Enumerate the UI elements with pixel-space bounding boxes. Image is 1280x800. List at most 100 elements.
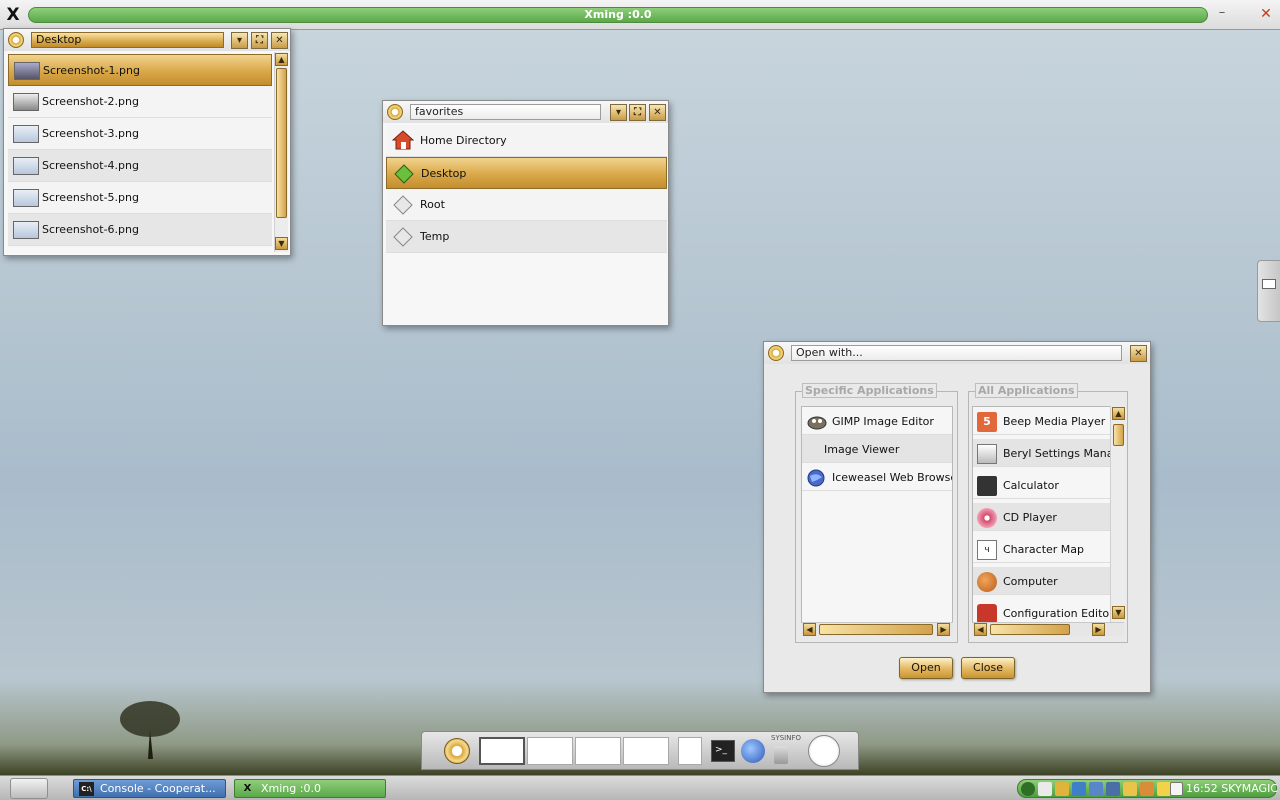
close-window-button[interactable]: ✕ bbox=[649, 104, 666, 121]
horizontal-scrollbar[interactable]: ◀ ▶ bbox=[801, 622, 953, 636]
favorites-window: favorites ▾ ⛶ ✕ Home Directory Desktop R… bbox=[382, 100, 669, 326]
app-list-item[interactable]: ч Character Map bbox=[973, 535, 1111, 563]
group-label: All Applications bbox=[975, 383, 1078, 398]
back-arrow-icon[interactable] bbox=[1021, 782, 1035, 796]
favorite-label: Home Directory bbox=[420, 134, 507, 147]
update-icon[interactable] bbox=[1123, 782, 1137, 796]
show-desktop-button[interactable] bbox=[678, 737, 702, 765]
start-menu-icon[interactable] bbox=[10, 778, 48, 799]
favorite-item[interactable]: Desktop bbox=[386, 157, 667, 189]
system-tray: 16:52 SKYMAGIC bbox=[1017, 779, 1278, 798]
package-icon[interactable] bbox=[1140, 782, 1154, 796]
network-icon[interactable] bbox=[1089, 782, 1103, 796]
location-field[interactable]: Desktop bbox=[31, 32, 224, 48]
file-row[interactable]: Screenshot-3.png bbox=[8, 118, 272, 150]
file-row[interactable]: Screenshot-6.png bbox=[8, 214, 272, 246]
favorite-item[interactable]: Home Directory bbox=[386, 125, 667, 157]
xming-titlebar: X Xming :0.0 – ✕ bbox=[0, 0, 1280, 30]
minimize-button[interactable]: – bbox=[1214, 6, 1230, 22]
vertical-scrollbar[interactable]: ▲ ▼ bbox=[274, 52, 288, 252]
maximize-button[interactable]: ⛶ bbox=[251, 32, 268, 49]
config-icon bbox=[977, 604, 997, 624]
mail-icon[interactable] bbox=[1170, 782, 1183, 796]
app-menu-icon[interactable] bbox=[768, 345, 784, 361]
close-window-button[interactable]: ✕ bbox=[271, 32, 288, 49]
sysinfo-icon[interactable]: SYSINFO bbox=[771, 734, 805, 768]
app-name: Calculator bbox=[1003, 479, 1059, 492]
app-menu-icon[interactable] bbox=[387, 104, 403, 120]
specific-applications-group: Specific Applications GIMP Image Editor … bbox=[795, 383, 958, 643]
globe-icon bbox=[806, 468, 826, 488]
app-list-item[interactable]: Beryl Settings Manager bbox=[973, 439, 1111, 467]
close-button[interactable]: ✕ bbox=[1258, 6, 1274, 22]
close-dialog-button[interactable]: ✕ bbox=[1130, 345, 1147, 362]
workspace-2[interactable] bbox=[527, 737, 573, 765]
scroll-thumb[interactable] bbox=[276, 68, 287, 218]
scroll-left-button[interactable]: ◀ bbox=[803, 623, 816, 636]
scroll-thumb[interactable] bbox=[819, 624, 933, 635]
main-menu-icon[interactable] bbox=[444, 738, 470, 764]
file-row[interactable]: Screenshot-1.png bbox=[8, 54, 272, 86]
location-field[interactable]: favorites bbox=[410, 104, 601, 120]
app-list-item[interactable]: Computer bbox=[973, 567, 1111, 595]
trash-icon bbox=[774, 746, 788, 764]
scroll-thumb[interactable] bbox=[1113, 424, 1124, 446]
file-name: Screenshot-5.png bbox=[42, 191, 139, 204]
scroll-left-button[interactable]: ◀ bbox=[974, 623, 987, 636]
open-button[interactable]: Open bbox=[899, 657, 953, 679]
terminal-icon[interactable]: >_ bbox=[711, 740, 735, 762]
close-button[interactable]: Close bbox=[961, 657, 1015, 679]
window-header: favorites ▾ ⛶ ✕ bbox=[383, 101, 668, 123]
all-applications-group: All Applications 5 Beep Media Player Ber… bbox=[968, 383, 1128, 643]
group-label: Specific Applications bbox=[802, 383, 937, 398]
app-name: Iceweasel Web Browser bbox=[832, 471, 953, 484]
workspace-3[interactable] bbox=[575, 737, 621, 765]
taskbar-item-xming[interactable]: X Xming :0.0 bbox=[234, 779, 386, 798]
xming-title[interactable]: Xming :0.0 bbox=[28, 7, 1208, 23]
maximize-button[interactable]: ⛶ bbox=[629, 104, 646, 121]
specific-applications-list: GIMP Image Editor Image Viewer Iceweasel… bbox=[801, 406, 953, 628]
app-list-item[interactable]: CD Player bbox=[973, 503, 1111, 531]
vertical-scrollbar[interactable]: ▲ ▼ bbox=[1110, 406, 1126, 622]
lock-icon[interactable] bbox=[1055, 782, 1069, 796]
taskbar-item-console[interactable]: C:\ Console - Cooperat... bbox=[73, 779, 226, 798]
app-name: Beryl Settings Manager bbox=[1003, 447, 1111, 460]
xming-tray-icon[interactable] bbox=[1038, 782, 1052, 796]
workspace-4[interactable] bbox=[623, 737, 669, 765]
image-thumbnail-icon bbox=[13, 125, 39, 143]
app-list-item[interactable]: Iceweasel Web Browser bbox=[802, 463, 952, 491]
scroll-right-button[interactable]: ▶ bbox=[1092, 623, 1105, 636]
desktop-browser-window: Desktop ▾ ⛶ ✕ Screenshot-1.png Screensho… bbox=[3, 28, 291, 256]
app-list-item[interactable]: Image Viewer bbox=[802, 435, 952, 463]
users-icon[interactable] bbox=[1072, 782, 1086, 796]
favorite-label: Temp bbox=[420, 230, 450, 243]
favorite-item[interactable]: Root bbox=[386, 189, 667, 221]
scroll-up-button[interactable]: ▲ bbox=[1112, 407, 1125, 420]
favorite-item[interactable]: Temp bbox=[386, 221, 667, 253]
dropdown-button[interactable]: ▾ bbox=[231, 32, 248, 49]
scroll-up-button[interactable]: ▲ bbox=[275, 53, 288, 66]
app-menu-icon[interactable] bbox=[8, 32, 24, 48]
app-list-item[interactable]: Calculator bbox=[973, 471, 1111, 499]
chat-icon[interactable] bbox=[1157, 782, 1171, 796]
scroll-thumb[interactable] bbox=[990, 624, 1070, 635]
file-name: Screenshot-3.png bbox=[42, 127, 139, 140]
file-row[interactable]: Screenshot-2.png bbox=[8, 86, 272, 118]
web-browser-icon[interactable] bbox=[741, 739, 765, 763]
scroll-down-button[interactable]: ▼ bbox=[1112, 606, 1125, 619]
workspace-1[interactable] bbox=[479, 737, 525, 765]
dropdown-button[interactable]: ▾ bbox=[610, 104, 627, 121]
horizontal-scrollbar[interactable]: ◀ ▶ bbox=[972, 622, 1124, 636]
scroll-right-button[interactable]: ▶ bbox=[937, 623, 950, 636]
app-list-item[interactable]: 5 Beep Media Player bbox=[973, 407, 1111, 435]
clock-icon[interactable] bbox=[808, 735, 840, 767]
scroll-down-button[interactable]: ▼ bbox=[275, 237, 288, 250]
side-panel-handle[interactable] bbox=[1257, 260, 1280, 322]
file-row[interactable]: Screenshot-5.png bbox=[8, 182, 272, 214]
open-with-dialog: Open with... ✕ Specific Applications GIM… bbox=[763, 341, 1151, 693]
console-icon: C:\ bbox=[79, 782, 94, 796]
file-row[interactable]: Screenshot-4.png bbox=[8, 150, 272, 182]
display-icon[interactable] bbox=[1106, 782, 1120, 796]
app-list-item[interactable]: GIMP Image Editor bbox=[802, 407, 952, 435]
app-name: Configuration Editor bbox=[1003, 607, 1112, 620]
